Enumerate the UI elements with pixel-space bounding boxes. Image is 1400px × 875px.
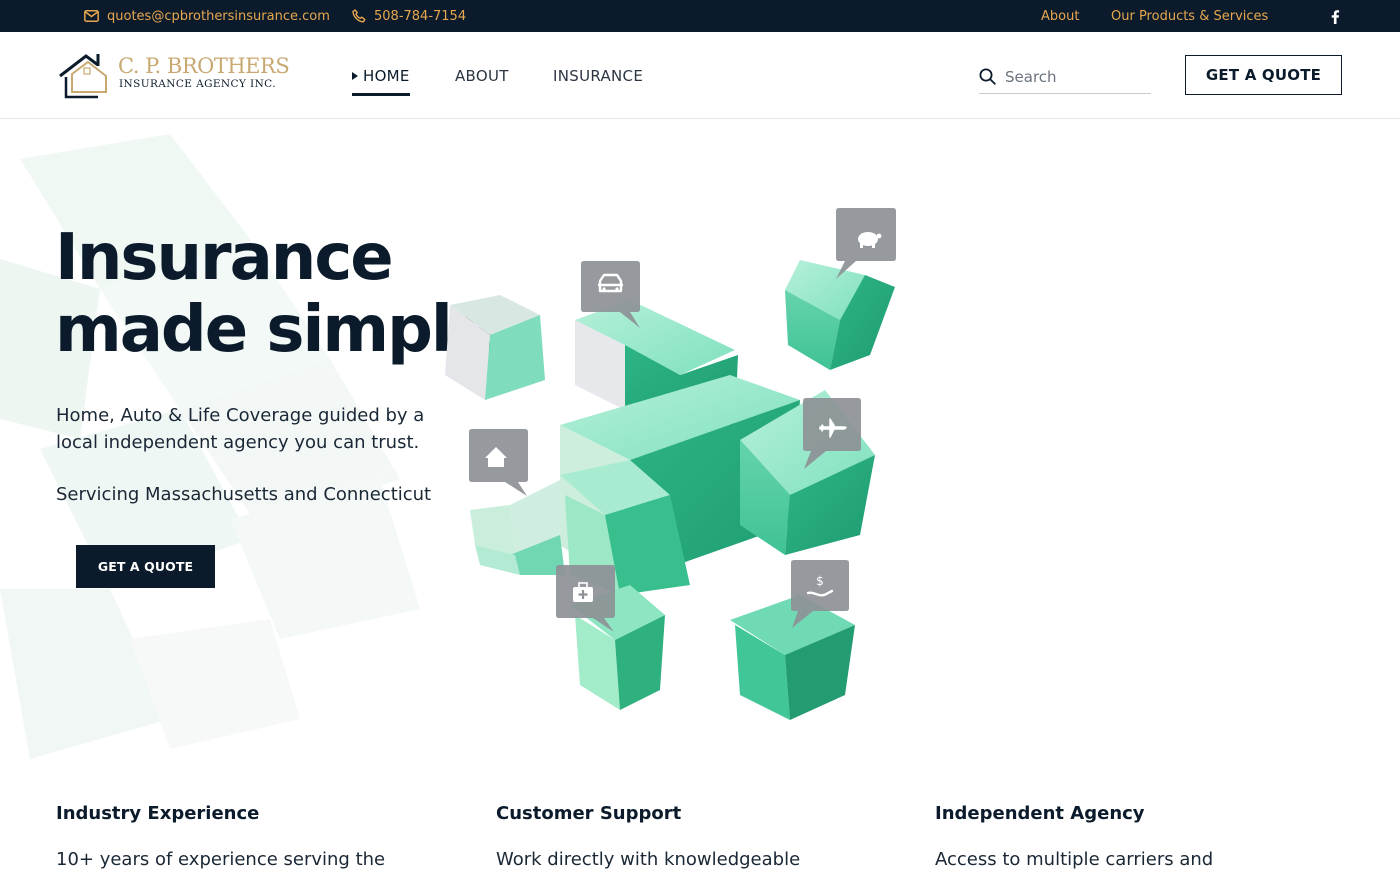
hero-description: Home, Auto & Life Coverage guided by a l… xyxy=(56,405,425,453)
facebook-icon xyxy=(1331,9,1340,24)
feature-customer-support: Customer Support Work directly with know… xyxy=(496,800,896,874)
feature-title: Industry Experience xyxy=(56,803,260,824)
active-indicator-icon xyxy=(352,71,358,80)
search-box xyxy=(979,60,1151,94)
logo-brand-text: C. P. BROTHERS xyxy=(118,54,290,78)
phone-text: 508-784-7154 xyxy=(374,8,467,24)
hero-title: Insurance made simple xyxy=(55,222,495,366)
cube-left-upper xyxy=(445,295,545,400)
hero-title-line-1: Insurance xyxy=(55,221,394,295)
cube-top-right xyxy=(785,260,895,370)
phone-link[interactable]: 508-784-7154 xyxy=(352,0,466,32)
feature-text: Work directly with knowledgeable xyxy=(496,849,801,870)
search-input[interactable] xyxy=(1005,67,1135,86)
logo-sub-text: INSURANCE AGENCY INC. xyxy=(119,78,276,90)
hero-title-line-2: made simple xyxy=(55,293,494,367)
nav-home[interactable]: HOME xyxy=(352,32,410,119)
active-underline xyxy=(352,93,410,96)
email-text: quotes@cpbrothersinsurance.com xyxy=(107,8,330,24)
feature-independent-agency: Independent Agency Access to multiple ca… xyxy=(935,800,1335,874)
envelope-icon xyxy=(84,10,99,22)
hero-service-area: Servicing Massachusetts and Connecticut xyxy=(56,484,432,505)
phone-icon xyxy=(352,9,366,23)
topbar-products-link[interactable]: Our Products & Services xyxy=(1111,0,1268,32)
company-logo[interactable]: C. P. BROTHERS INSURANCE AGENCY INC. xyxy=(58,50,290,102)
house-icon xyxy=(469,429,528,496)
nav-home-label: HOME xyxy=(363,66,410,85)
header-get-quote-button[interactable]: GET A QUOTE xyxy=(1185,55,1342,95)
nav-insurance[interactable]: INSURANCE xyxy=(553,32,643,119)
nav-about[interactable]: ABOUT xyxy=(455,32,509,119)
email-link[interactable]: quotes@cpbrothersinsurance.com xyxy=(84,0,330,32)
piggy-bank-icon xyxy=(836,208,896,279)
feature-industry-experience: Industry Experience 10+ years of experie… xyxy=(56,800,456,874)
insurance-cubes-illustration: $ xyxy=(445,208,896,720)
top-bar: quotes@cpbrothersinsurance.com 508-784-7… xyxy=(0,0,1400,32)
search-icon xyxy=(979,68,996,85)
main-header: C. P. BROTHERS INSURANCE AGENCY INC. HOM… xyxy=(0,32,1400,119)
topbar-about-link[interactable]: About xyxy=(1041,0,1079,32)
svg-text:$: $ xyxy=(816,574,824,588)
feature-title: Independent Agency xyxy=(935,803,1145,824)
hero-get-quote-button[interactable]: GET A QUOTE xyxy=(76,545,215,588)
facebook-link[interactable] xyxy=(1330,0,1348,32)
feature-text: Access to multiple carriers and xyxy=(935,849,1214,870)
feature-title: Customer Support xyxy=(496,803,682,824)
house-logo-icon xyxy=(59,54,107,99)
feature-text: 10+ years of experience serving the xyxy=(56,849,386,870)
